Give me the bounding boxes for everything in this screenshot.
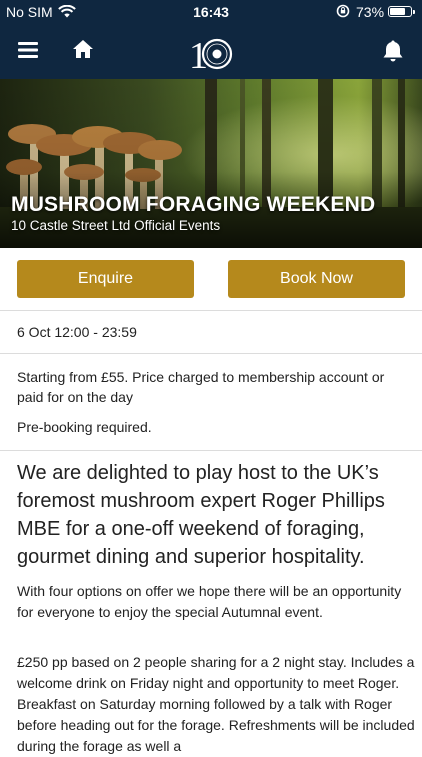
description-lead: We are delighted to play host to the UK’… xyxy=(17,462,385,568)
event-date-row: 6 Oct 12:00 - 23:59 xyxy=(0,311,422,354)
status-bar: No SIM 16:43 73% xyxy=(0,0,422,24)
event-hero-image: MUSHROOM FORAGING WEEKEND 10 Castle Stre… xyxy=(0,79,422,248)
event-title: MUSHROOM FORAGING WEEKEND xyxy=(11,193,376,216)
svg-text:1: 1 xyxy=(189,35,208,72)
nav-bar: 1 xyxy=(0,24,422,79)
app-logo[interactable]: 1 xyxy=(188,32,236,77)
description-paragraph: With four options on offer we hope there… xyxy=(17,583,402,620)
event-organizer: 10 Castle Street Ltd Official Events xyxy=(11,218,221,233)
battery-percent: 73% xyxy=(356,4,385,20)
enquire-button[interactable]: Enquire xyxy=(17,260,194,298)
hamburger-icon[interactable] xyxy=(18,41,38,64)
bell-icon[interactable] xyxy=(382,39,404,68)
description-paragraph: £250 pp based on 2 people sharing for a … xyxy=(17,654,415,754)
book-now-button[interactable]: Book Now xyxy=(228,260,405,298)
home-icon[interactable] xyxy=(72,39,94,64)
event-price: Starting from £55. Price charged to memb… xyxy=(17,369,385,405)
price-block: Starting from £55. Price charged to memb… xyxy=(0,354,422,451)
prebooking-note: Pre-booking required. xyxy=(17,419,152,435)
rotation-lock-icon xyxy=(336,4,350,21)
event-datetime: 6 Oct 12:00 - 23:59 xyxy=(17,324,137,340)
action-bar: Enquire Book Now xyxy=(0,248,422,311)
battery-icon xyxy=(388,6,415,17)
